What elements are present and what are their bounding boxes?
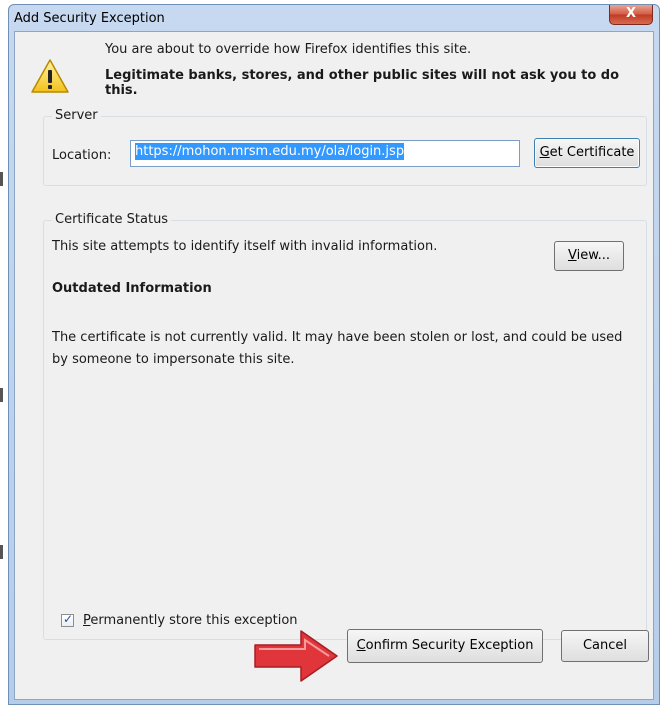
red-arrow-icon <box>254 630 338 682</box>
edge-mark <box>0 172 3 186</box>
location-input[interactable]: https://mohon.mrsm.edu.my/ola/login.jsp <box>130 140 520 167</box>
window-title: Add Security Exception <box>14 11 165 26</box>
location-value: https://mohon.mrsm.edu.my/ola/login.jsp <box>135 143 405 160</box>
outdated-information-heading: Outdated Information <box>52 281 212 296</box>
dialog-body: You are about to override how Firefox id… <box>14 31 654 700</box>
certificate-status-text: This site attempts to identify itself wi… <box>52 239 438 254</box>
edge-mark <box>0 388 3 402</box>
close-icon: X <box>625 6 637 21</box>
background-window-edge <box>0 0 8 709</box>
cancel-button[interactable]: Cancel <box>561 630 649 662</box>
location-label: Location: <box>52 148 112 163</box>
server-group-label: Server <box>52 108 101 123</box>
close-button[interactable]: X <box>609 5 653 25</box>
edge-mark <box>0 545 3 559</box>
certificate-status-group: Certificate Status This site attempts to… <box>43 212 647 640</box>
server-group: Server Location: https://mohon.mrsm.edu.… <box>43 108 647 186</box>
get-certificate-button[interactable]: Get Certificate <box>534 138 640 168</box>
warning-triangle-icon <box>31 59 69 93</box>
title-bar[interactable]: Add Security Exception X <box>9 5 659 31</box>
store-exception-checkbox[interactable]: ✓ <box>61 612 74 627</box>
view-button[interactable]: View... <box>554 241 624 271</box>
intro-text: You are about to override how Firefox id… <box>105 42 472 57</box>
certificate-description: The certificate is not currently valid. … <box>52 330 623 367</box>
intro-warning-text: Legitimate banks, stores, and other publ… <box>105 68 620 98</box>
add-security-exception-dialog: Add Security Exception X You are about t… <box>8 4 660 705</box>
confirm-security-exception-button[interactable]: Confirm Security Exception <box>347 629 543 663</box>
certificate-status-label: Certificate Status <box>52 212 172 227</box>
checkmark-icon: ✓ <box>63 612 74 626</box>
store-exception-label[interactable]: Permanently store this exception <box>83 613 298 628</box>
